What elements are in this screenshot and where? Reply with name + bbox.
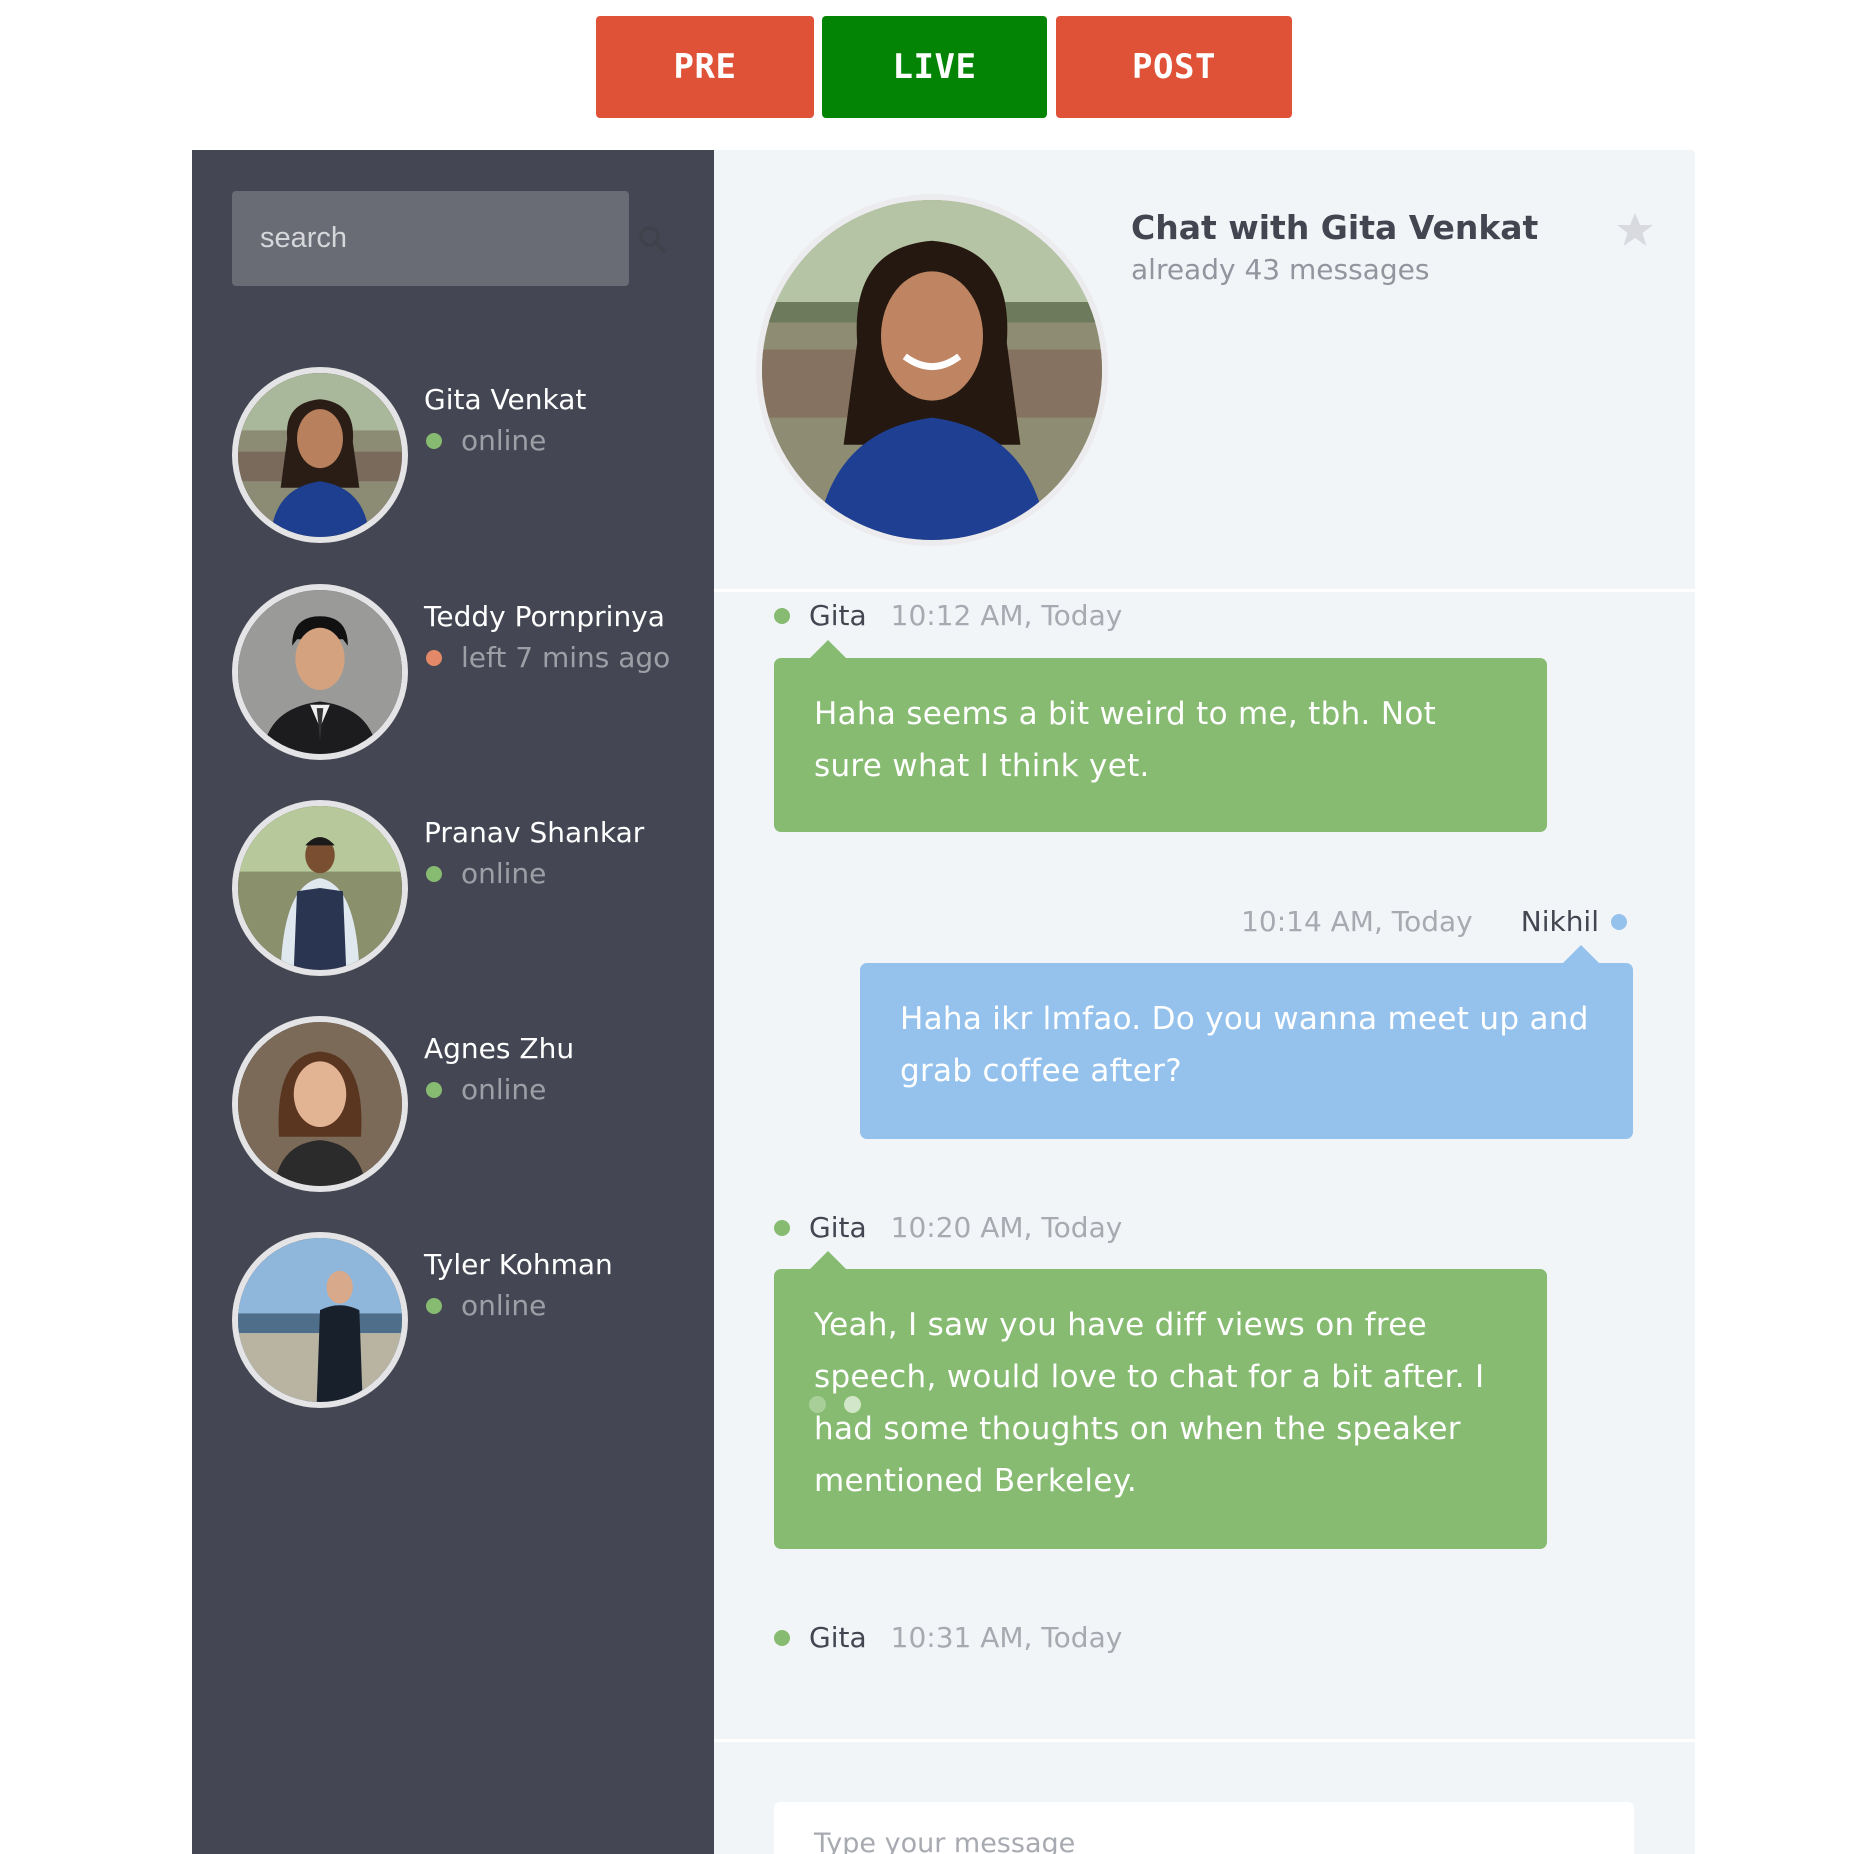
online-status-dot (774, 1219, 790, 1236)
typing-meta: Gita 10:31 AM, Today (772, 1621, 1122, 1654)
chat-composer (714, 1739, 1695, 1854)
message-time: 10:31 AM, Today (890, 1621, 1123, 1654)
message-bubble: Yeah, I saw you have diff views on free … (774, 1251, 1547, 1549)
contact-status: online (424, 1289, 546, 1322)
chat-app: Gita Venkat online Teddy Pornprinya left… (192, 150, 1695, 1854)
contact-name: Teddy Pornprinya (424, 600, 665, 633)
message-bubble: Haha seems a bit weird to me, tbh. Not s… (774, 640, 1547, 832)
message-time: 10:14 AM, Today (1241, 905, 1473, 938)
sender-name: Nikhil (1520, 905, 1599, 938)
avatar (232, 584, 408, 760)
message-input[interactable] (774, 1802, 1634, 1854)
message-meta: Gita 10:12 AM, Today (772, 599, 1122, 632)
search-input[interactable] (260, 222, 637, 255)
chat-pane: Chat with Gita Venkat already 43 message… (714, 150, 1695, 1854)
typing-dot (809, 1396, 826, 1413)
status-text: online (461, 1289, 547, 1322)
message-meta: 10:14 AM, Today Nikhil (1241, 905, 1627, 938)
contact-name: Pranav Shankar (424, 816, 645, 849)
status-text: online (461, 1073, 547, 1106)
contact-name: Agnes Zhu (424, 1032, 575, 1065)
post-phase-button[interactable]: POST (1056, 16, 1292, 118)
self-status-dot (1611, 913, 1627, 930)
contact-status: online (424, 857, 546, 890)
contact-status: online (424, 1073, 546, 1106)
typing-indicator (774, 1396, 861, 1413)
sender-name: Gita (809, 1211, 867, 1244)
avatar (232, 1232, 408, 1408)
status-text: online (461, 424, 547, 457)
pre-phase-button[interactable]: PRE (596, 16, 814, 118)
contact-name: Tyler Kohman (424, 1248, 613, 1281)
star-icon[interactable] (1615, 210, 1655, 250)
contacts-sidebar: Gita Venkat online Teddy Pornprinya left… (192, 150, 714, 1854)
live-phase-button[interactable]: LIVE (822, 16, 1047, 118)
avatar (232, 800, 408, 976)
sender-name: Gita (809, 599, 867, 632)
typing-dot (844, 1396, 861, 1413)
search-icon[interactable] (637, 224, 667, 254)
online-status-dot (426, 1081, 442, 1098)
contact-pranav-shankar[interactable]: Pranav Shankar online (232, 800, 712, 980)
contact-gita-venkat[interactable]: Gita Venkat online (232, 367, 712, 547)
typing-dot (774, 1396, 791, 1413)
avatar (232, 367, 408, 543)
contact-agnes-zhu[interactable]: Agnes Zhu online (232, 1016, 712, 1196)
status-text: left 7 mins ago (461, 641, 671, 674)
online-status-dot (426, 432, 442, 449)
message-count: already 43 messages (1131, 253, 1430, 286)
message-meta: Gita 10:20 AM, Today (772, 1211, 1122, 1244)
chat-title: Chat with Gita Venkat (1131, 208, 1539, 247)
contact-teddy-pornprinya[interactable]: Teddy Pornprinya left 7 mins ago (232, 584, 712, 764)
contact-tyler-kohman[interactable]: Tyler Kohman online (232, 1232, 712, 1412)
chat-history: Gita 10:12 AM, Today Haha seems a bit we… (714, 595, 1695, 1654)
avatar (232, 1016, 408, 1192)
sender-name: Gita (809, 1621, 867, 1654)
contact-name: Gita Venkat (424, 383, 587, 416)
online-status-dot (426, 865, 442, 882)
message-time: 10:12 AM, Today (890, 599, 1123, 632)
contact-status: left 7 mins ago (424, 641, 670, 674)
chat-partner-avatar (756, 194, 1108, 546)
contact-status: online (424, 424, 546, 457)
away-status-dot (426, 649, 442, 666)
online-status-dot (774, 1629, 790, 1646)
online-status-dot (774, 607, 790, 624)
chat-header: Chat with Gita Venkat already 43 message… (714, 150, 1695, 592)
message-time: 10:20 AM, Today (890, 1211, 1123, 1244)
online-status-dot (426, 1297, 442, 1314)
search-box[interactable] (232, 191, 666, 286)
status-text: online (461, 857, 547, 890)
message-bubble: Haha ikr lmfao. Do you wanna meet up and… (860, 945, 1633, 1139)
